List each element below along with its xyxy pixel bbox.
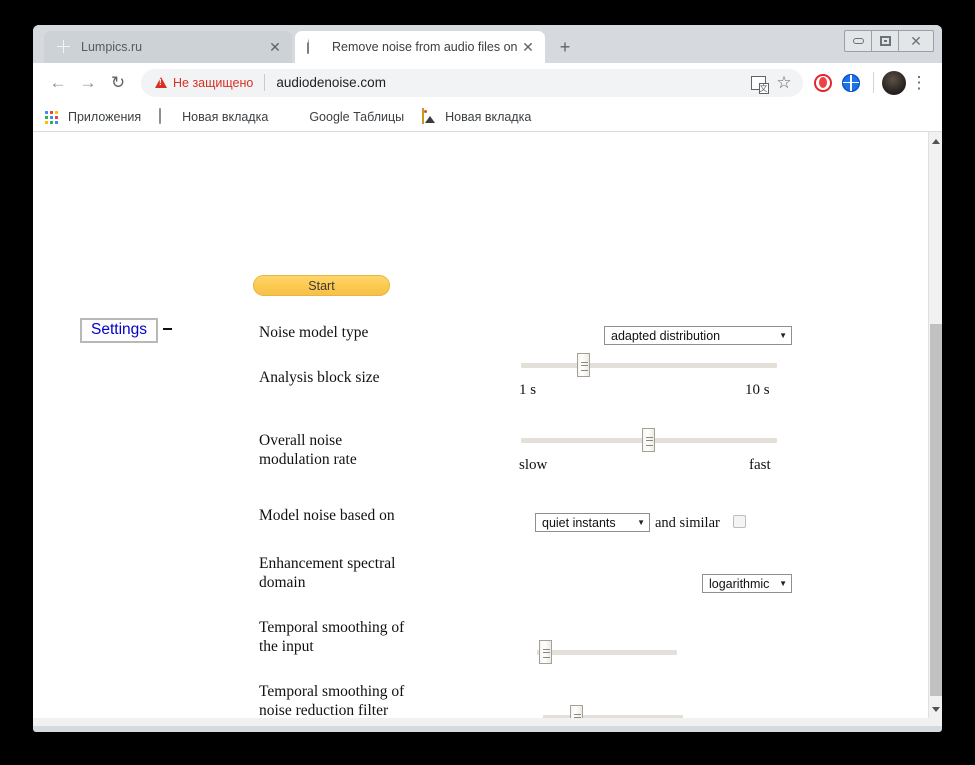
back-button[interactable]: ← [43, 68, 73, 98]
warning-triangle-icon [155, 77, 167, 88]
select-model-noise-based-on[interactable]: quiet instants ▼ [535, 513, 650, 532]
translate-icon[interactable] [745, 70, 771, 96]
label-model-noise-based-on: Model noise based on [259, 507, 395, 524]
orange-circle-icon [56, 39, 72, 55]
image-icon [422, 107, 438, 125]
slider-min-label: 1 s [519, 382, 537, 398]
chevron-up-icon [932, 138, 940, 144]
audiodenoise-settings-page: Start Settings Noise model type adapted … [33, 132, 928, 718]
minimize-icon [852, 38, 864, 44]
window-controls: ✕ [844, 30, 934, 52]
start-button[interactable]: Start [253, 275, 390, 296]
window-close-button[interactable]: ✕ [899, 31, 933, 51]
chevron-down-icon: ▼ [637, 518, 645, 527]
slider-min-label: slow [519, 457, 548, 473]
slider-thumb[interactable] [577, 353, 590, 377]
opera-extension-icon[interactable] [809, 69, 837, 97]
document-icon [307, 38, 323, 55]
window-maximize-button[interactable] [872, 31, 899, 51]
chevron-down-icon [932, 706, 940, 712]
label-temporal-smoothing-input: Temporal smoothing of the input [259, 619, 405, 655]
slider-analysis-block-size[interactable] [521, 353, 777, 377]
slider-max-label: 10 s [745, 382, 770, 398]
browser-tab-lumpics[interactable]: Lumpics.ru ✕ [44, 31, 292, 63]
label-analysis-block-size: Analysis block size [259, 369, 380, 386]
google-sheets-icon [286, 109, 302, 125]
bookmark-star-icon[interactable]: ☆ [771, 70, 797, 96]
new-tab-button[interactable]: + [554, 37, 576, 59]
reload-button[interactable]: ↻ [103, 68, 133, 98]
select-value: quiet instants [542, 515, 616, 530]
omnibox-divider [264, 74, 266, 91]
browser-tab-audiodenoise[interactable]: Remove noise from audio files on ✕ [295, 31, 545, 63]
bookmark-label: Google Таблицы [309, 109, 405, 124]
maximize-icon [879, 36, 891, 46]
label-temporal-smoothing-filter: Temporal smoothing of noise reduction fi… [259, 683, 405, 718]
window-bottom-strip [33, 718, 942, 726]
close-icon: ✕ [910, 33, 922, 49]
chevron-down-icon: ▼ [779, 579, 787, 588]
slider-temporal-smoothing-filter[interactable] [543, 705, 683, 718]
checkbox-and-similar[interactable] [733, 515, 746, 528]
label-and-similar: and similar [655, 515, 720, 531]
slider-thumb[interactable] [642, 428, 655, 452]
bookmarks-bar: Приложения Новая вкладка Google Таблицы … [33, 102, 942, 132]
scrollbar-up-button[interactable] [929, 134, 942, 148]
bookmark-new-tab-1[interactable]: Новая вкладка [159, 107, 269, 125]
page-viewport: Start Settings Noise model type adapted … [33, 132, 942, 718]
apps-grid-icon [45, 109, 61, 125]
slider-overall-noise-modulation-rate[interactable] [521, 428, 777, 452]
menu-dots-icon[interactable]: ⋮ [906, 70, 932, 96]
tab-title: Lumpics.ru [81, 40, 143, 54]
url-text: audiodenoise.com [276, 75, 386, 90]
toolbar-divider [873, 72, 874, 93]
slider-temporal-smoothing-input[interactable] [537, 640, 677, 664]
address-bar[interactable]: Не защищено audiodenoise.com ☆ [141, 68, 803, 97]
document-icon [159, 107, 175, 125]
not-secure-label: Не защищено [173, 75, 254, 90]
slider-track [543, 715, 683, 718]
forward-button[interactable]: → [73, 68, 103, 98]
chevron-down-icon: ▼ [779, 331, 787, 340]
not-secure-indicator[interactable]: Не защищено [155, 76, 253, 90]
omnibox-actions: ☆ [745, 70, 797, 96]
label-enhancement-spectral-domain: Enhancement spectral domain [259, 555, 396, 591]
window-minimize-button[interactable] [845, 31, 872, 51]
label-noise-model-type: Noise model type [259, 324, 369, 341]
browser-toolbar: ← → ↻ Не защищено audiodenoise.com ☆ ⋮ [33, 63, 942, 102]
tab-title: Remove noise from audio files on [332, 40, 518, 54]
select-noise-model-type[interactable]: adapted distribution ▼ [604, 326, 792, 345]
label-overall-noise-modulation-rate: Overall noise modulation rate [259, 432, 357, 468]
bookmark-google-sheets[interactable]: Google Таблицы [286, 109, 404, 125]
bookmark-label: Новая вкладка [182, 109, 269, 124]
scrollbar-thumb[interactable] [930, 324, 942, 696]
tab-close-icon[interactable]: ✕ [519, 40, 537, 54]
slider-thumb[interactable] [539, 640, 552, 664]
select-value: adapted distribution [611, 328, 721, 343]
bookmark-label: Новая вкладка [445, 109, 532, 124]
slider-track [537, 650, 677, 655]
bookmark-apps[interactable]: Приложения [45, 109, 141, 125]
slider-max-label: fast [749, 457, 771, 473]
bookmark-label: Приложения [68, 109, 142, 124]
tab-close-icon[interactable]: ✕ [266, 40, 284, 54]
select-value: logarithmic [709, 576, 770, 591]
scrollbar-down-button[interactable] [929, 702, 942, 716]
tab-strip: Lumpics.ru ✕ Remove noise from audio fil… [33, 25, 942, 63]
bookmark-new-tab-2[interactable]: Новая вкладка [422, 107, 532, 125]
slider-thumb[interactable] [570, 705, 583, 718]
select-enhancement-spectral-domain[interactable]: logarithmic ▼ [702, 574, 792, 593]
settings-collapse-dash [163, 328, 172, 330]
extension-icons: ⋮ [809, 69, 932, 97]
globe-extension-icon[interactable] [837, 69, 865, 97]
browser-window: Lumpics.ru ✕ Remove noise from audio fil… [33, 25, 942, 732]
avatar[interactable] [882, 70, 906, 95]
slider-track [521, 363, 777, 368]
settings-section-tag[interactable]: Settings [80, 318, 159, 344]
page-scrollbar[interactable] [928, 132, 942, 718]
